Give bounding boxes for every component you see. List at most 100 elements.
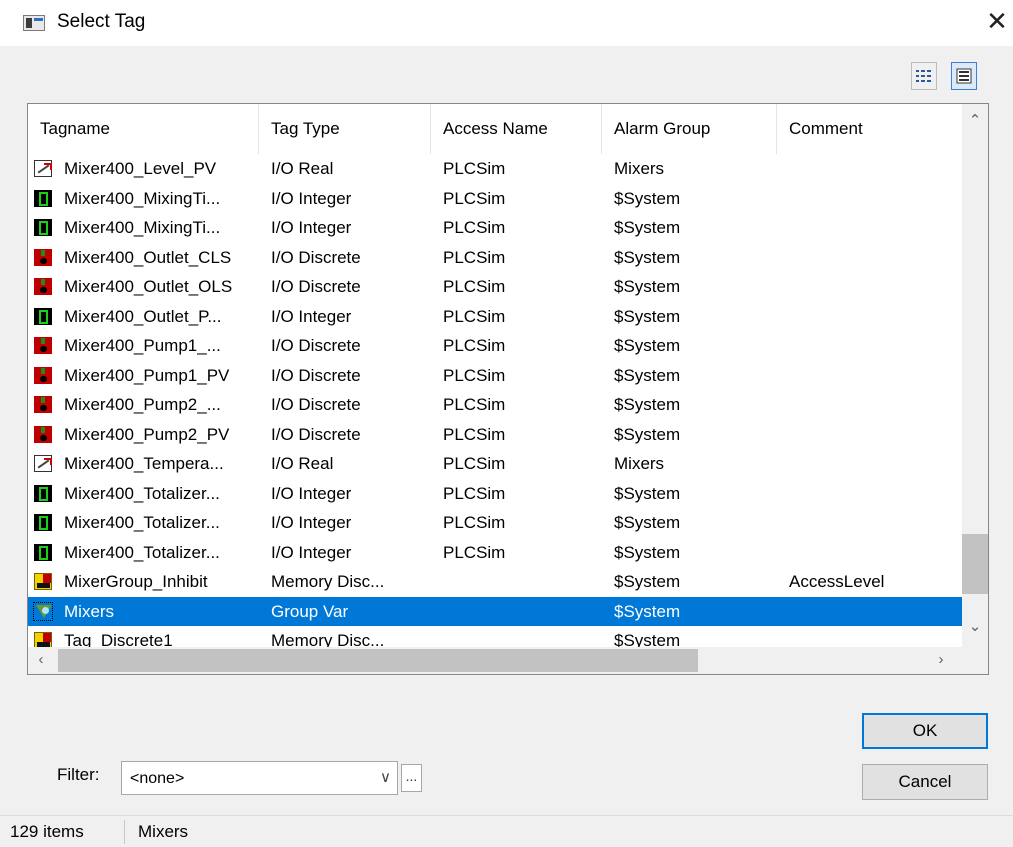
column-header-row: Tagname Tag Type Access Name Alarm Group…: [28, 104, 962, 154]
cell-access-name: PLCSim: [443, 159, 506, 178]
cell-tag-type: Group Var: [271, 601, 349, 621]
column-header-tag-type[interactable]: Tag Type: [259, 104, 431, 154]
cell-tag-type: I/O Discrete: [271, 424, 361, 444]
column-header-comment[interactable]: Comment: [777, 104, 962, 154]
table-row[interactable]: MixerGroup_Inhibit Memory Disc... $System A…: [28, 567, 962, 597]
tag-list[interactable]: Tagname Tag Type Access Name Alarm Group…: [27, 103, 989, 675]
discrete-tag-icon: [34, 248, 52, 266]
cell-tag-type: I/O Integer: [271, 188, 352, 208]
filter-label: Filter:: [57, 765, 100, 784]
vertical-scrollbar[interactable]: ⌃ ⌄: [962, 104, 988, 647]
table-row[interactable]: Mixer400_Tempera... I/O Real PLCSim Mixers: [28, 449, 962, 479]
cell-tagname: Mixer400_Pump2_PV: [64, 424, 230, 444]
table-row[interactable]: Mixer400_Pump2_... I/O Discrete PLCSim $Sys…: [28, 390, 962, 420]
cell-comment: [789, 213, 959, 243]
cell-tag-type: Memory Disc...: [271, 572, 385, 591]
cell-tag-type: I/O Discrete: [271, 395, 361, 414]
cell-alarm-group: $System: [614, 513, 681, 532]
cell-tagname: Mixer400_Totalizer...: [64, 513, 220, 532]
cell-alarm-group: $System: [614, 336, 681, 355]
cell-comment: [789, 538, 959, 568]
cell-tag-type: I/O Discrete: [271, 247, 361, 267]
cell-tagname: Mixer400_Totalizer...: [64, 542, 220, 562]
ok-button[interactable]: OK: [862, 713, 988, 749]
scroll-up-icon[interactable]: ⌃: [962, 108, 988, 134]
table-row[interactable]: Mixer400_Pump2_PV I/O Discrete PLCSim $Syst…: [28, 420, 962, 450]
integer-tag-icon: [34, 307, 52, 325]
cell-comment: [789, 302, 959, 332]
close-button[interactable]: ✕: [982, 6, 1012, 36]
table-row[interactable]: Mixer400_Level_PV I/O Real PLCSim Mixers: [28, 154, 962, 184]
status-item-count: 129 items: [10, 822, 84, 841]
column-header-access-name[interactable]: Access Name: [431, 104, 602, 154]
real-tag-icon: [34, 160, 52, 177]
table-row[interactable]: Mixer400_Outlet_CLS I/O Discrete PLCSim $Sy…: [28, 243, 962, 273]
cell-tagname: Mixer400_Outlet_CLS: [64, 247, 232, 267]
memory-discrete-tag-icon: [34, 573, 52, 590]
discrete-tag-icon: [34, 366, 52, 384]
table-row[interactable]: Mixer400_Totalizer... I/O Integer PLCSim $S…: [28, 479, 962, 509]
table-row[interactable]: Mixer400_Pump1_... I/O Discrete PLCSim $Sys…: [28, 331, 962, 361]
cell-tagname: Mixer400_Outlet_OLS: [64, 277, 233, 296]
integer-tag-icon: [34, 514, 52, 531]
table-row[interactable]: Mixer400_Outlet_OLS I/O Discrete PLCSim $Sy…: [28, 272, 962, 302]
cell-tagname: Mixer400_Level_PV: [64, 159, 217, 178]
table-row[interactable]: Mixer400_Totalizer... I/O Integer PLCSim $S…: [28, 508, 962, 538]
horizontal-scrollbar[interactable]: ‹ ›: [28, 647, 962, 674]
cell-comment: [789, 361, 959, 391]
cell-alarm-group: $System: [614, 395, 681, 414]
cell-tag-type: I/O Integer: [271, 542, 352, 562]
cell-alarm-group: Mixers: [614, 159, 665, 178]
cell-tagname: Mixer400_Totalizer...: [64, 483, 220, 503]
real-tag-icon: [34, 455, 52, 472]
scroll-left-icon[interactable]: ‹: [28, 647, 54, 673]
discrete-tag-icon: [34, 396, 52, 413]
cell-access-name: PLCSim: [443, 513, 506, 532]
status-bar: 129 items Mixers: [0, 815, 1013, 847]
table-row[interactable]: Mixer400_Outlet_P... I/O Integer PLCSim $Sy…: [28, 302, 962, 332]
cell-access-name: PLCSim: [443, 306, 506, 326]
cell-alarm-group: $System: [614, 188, 681, 208]
status-divider: [124, 820, 125, 844]
list-view-icon[interactable]: [951, 62, 977, 90]
cell-access-name: [443, 597, 598, 627]
status-selection: Mixers: [138, 822, 189, 841]
cell-tagname: Mixer400_Pump1_...: [64, 336, 221, 355]
chevron-down-icon[interactable]: ∨: [380, 762, 391, 794]
cell-access-name: PLCSim: [443, 247, 506, 267]
integer-tag-icon: [34, 484, 52, 502]
cell-alarm-group: $System: [614, 601, 681, 621]
column-header-tagname[interactable]: Tagname: [28, 104, 259, 154]
details-view-icon[interactable]: [911, 62, 937, 90]
table-row[interactable]: Mixer400_Totalizer... I/O Integer PLCSim $S…: [28, 538, 962, 568]
integer-tag-icon: [34, 189, 52, 207]
table-row[interactable]: Mixer400_Pump1_PV I/O Discrete PLCSim $Syst…: [28, 361, 962, 391]
window-title: Select Tag: [57, 11, 146, 32]
integer-tag-icon: [34, 543, 52, 561]
vertical-scroll-thumb[interactable]: [962, 534, 988, 594]
cell-tag-type: I/O Integer: [271, 513, 352, 532]
cell-alarm-group: $System: [614, 277, 681, 296]
filter-browse-button[interactable]: ...: [401, 764, 422, 792]
discrete-tag-icon: [34, 337, 52, 354]
cancel-button[interactable]: Cancel: [862, 764, 988, 800]
cell-comment: [789, 390, 959, 420]
cell-access-name: PLCSim: [443, 277, 506, 296]
column-header-alarm-group[interactable]: Alarm Group: [602, 104, 777, 154]
table-row[interactable]: Mixer400_MixingTi... I/O Integer PLCSim $Sy…: [28, 184, 962, 214]
cell-access-name: PLCSim: [443, 424, 506, 444]
scroll-right-icon[interactable]: ›: [928, 647, 954, 673]
discrete-tag-icon: [34, 425, 52, 443]
scroll-down-icon[interactable]: ⌄: [962, 614, 988, 640]
scroll-corner: [962, 647, 988, 674]
cell-alarm-group: $System: [614, 247, 681, 267]
filter-dropdown[interactable]: <none> ∨: [121, 761, 398, 795]
cell-access-name: [443, 567, 598, 597]
cell-tagname: Mixers: [64, 601, 115, 621]
table-row[interactable]: Mixer400_MixingTi... I/O Integer PLCSim $Sy…: [28, 213, 962, 243]
horizontal-scroll-thumb[interactable]: [58, 649, 698, 672]
table-row[interactable]: Mixers Group Var $System: [28, 596, 962, 627]
cell-alarm-group: $System: [614, 306, 681, 326]
integer-tag-icon: [34, 219, 52, 236]
cell-tag-type: I/O Integer: [271, 483, 352, 503]
